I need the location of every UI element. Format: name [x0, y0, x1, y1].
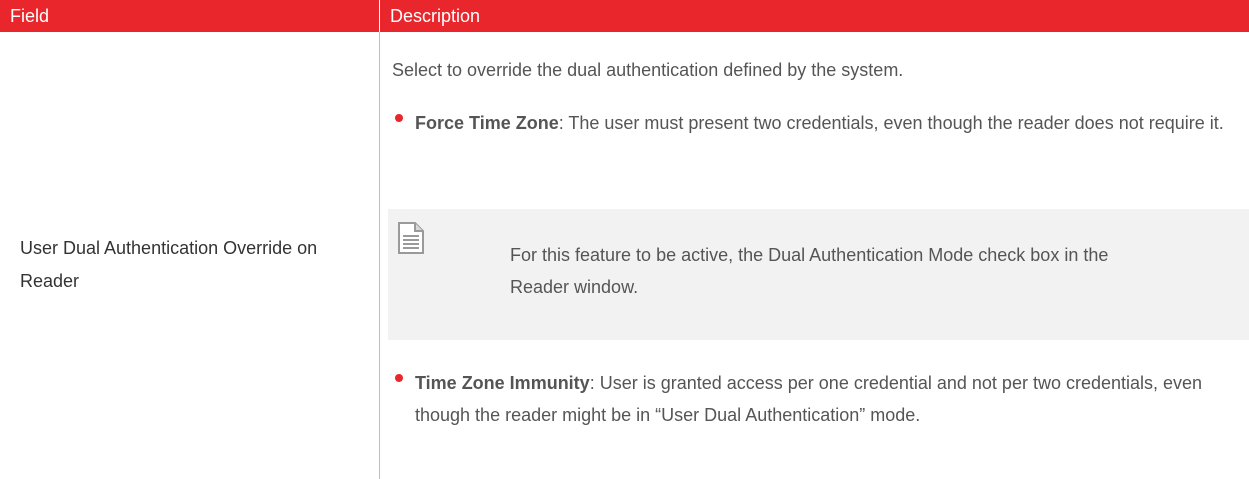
description-intro: Select to override the dual authenticati…	[392, 60, 904, 80]
bullet-term: Force Time Zone	[415, 113, 559, 133]
column-divider	[379, 32, 380, 479]
note-box: For this feature to be active, the Dual …	[388, 209, 1249, 340]
field-column-header: Field	[10, 6, 50, 26]
bullet-marker	[395, 114, 403, 122]
bullet-term: Time Zone Immunity	[415, 373, 590, 393]
note-text: For this feature to be active, the Dual …	[510, 245, 1109, 297]
description-column-header: Description	[390, 6, 481, 26]
bullet-time-zone-immunity: Time Zone Immunity: User is granted acce…	[415, 367, 1235, 431]
document-note-icon	[398, 222, 424, 254]
field-name: User Dual Authentication Override on Rea…	[20, 238, 318, 291]
bullet-description: : The user must present two credentials,…	[558, 113, 1224, 133]
header-divider	[379, 0, 380, 32]
bullet-marker	[395, 374, 403, 382]
table-header: Field Description	[0, 0, 1249, 32]
bullet-force-time-zone: Force Time Zone: The user must present t…	[415, 107, 1235, 139]
field-description-table: Field Description User Dual Authenticati…	[0, 0, 1249, 479]
